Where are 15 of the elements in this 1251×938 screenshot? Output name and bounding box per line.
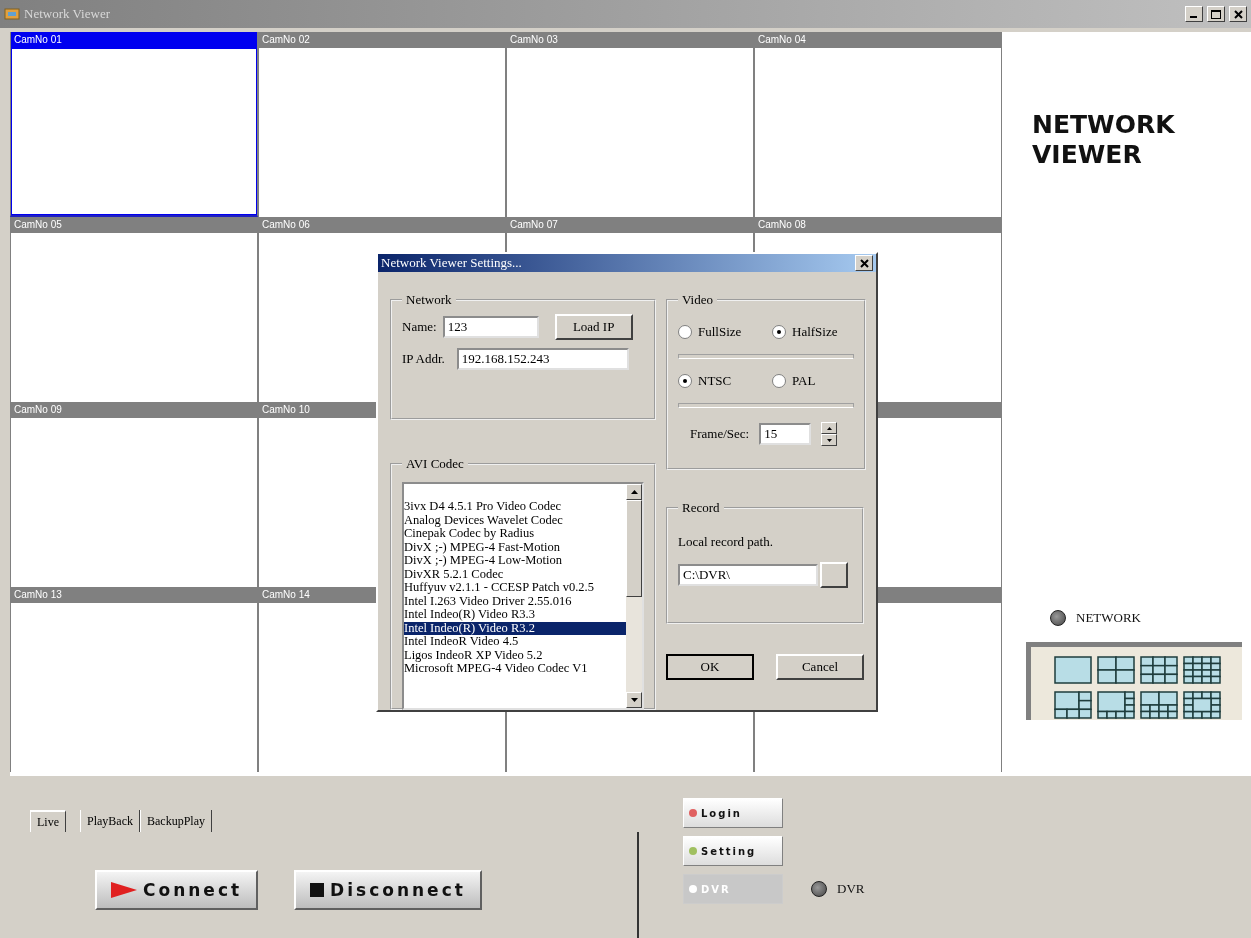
group-title: Record	[681, 500, 721, 516]
group-title: Network	[405, 292, 453, 308]
field-label: Local record path.	[678, 534, 774, 550]
group-title: AVI Codec	[405, 456, 465, 472]
window-title: Network Viewer	[24, 6, 111, 22]
field-label: Frame/Sec:	[690, 426, 750, 442]
group-title: Video	[681, 292, 714, 308]
status-label: DVR	[837, 881, 865, 897]
field-label: IP Addr.	[402, 351, 445, 367]
logo-text: NETWORK VIEWER	[1032, 110, 1175, 170]
button-label: Connect	[143, 880, 243, 900]
field-label: Name:	[402, 319, 437, 335]
button-label: Disconnect	[330, 880, 466, 900]
dialog-title: Network Viewer Settings...	[381, 255, 522, 271]
status-label: NETWORK	[1076, 610, 1141, 626]
